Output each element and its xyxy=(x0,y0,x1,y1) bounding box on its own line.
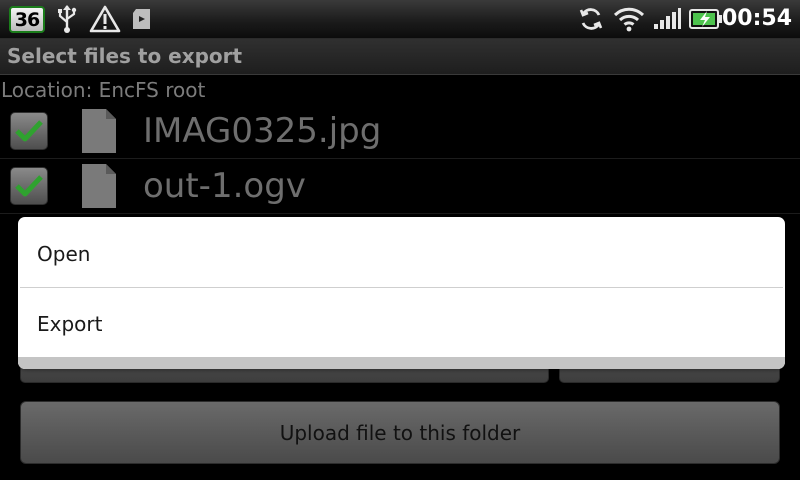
file-name: IMAG0325.jpg xyxy=(143,111,382,151)
location-label: Location: EncFS root xyxy=(1,78,206,102)
warning-icon xyxy=(88,0,122,38)
clock: 00:54 xyxy=(721,6,792,31)
title-bar: Select files to export xyxy=(0,39,800,75)
menu-item-open[interactable]: Open xyxy=(18,219,785,289)
screen: 36 00:54 Select files to export Location… xyxy=(0,0,800,480)
battery-charging-icon xyxy=(688,0,724,38)
upload-file-button[interactable]: Upload file to this folder xyxy=(20,401,780,464)
sd-card-icon xyxy=(128,0,156,38)
file-row[interactable]: out-1.ogv xyxy=(0,159,800,214)
menu-divider xyxy=(20,287,783,288)
context-menu-dialog: Open Export xyxy=(18,217,785,369)
file-checkbox[interactable] xyxy=(10,112,48,150)
wifi-icon xyxy=(612,0,646,38)
checkmark-icon xyxy=(15,175,43,197)
file-row[interactable]: IMAG0325.jpg xyxy=(0,104,800,159)
file-checkbox[interactable] xyxy=(10,167,48,205)
file-icon xyxy=(82,164,116,208)
sync-icon xyxy=(576,0,606,38)
notification-count-badge[interactable]: 36 xyxy=(9,6,45,33)
page-title: Select files to export xyxy=(7,44,243,68)
file-icon xyxy=(82,109,116,153)
file-name: out-1.ogv xyxy=(143,166,306,206)
checkmark-icon xyxy=(15,120,43,142)
status-bar: 36 00:54 xyxy=(0,0,800,39)
menu-item-export[interactable]: Export xyxy=(18,289,785,359)
usb-icon xyxy=(54,0,80,38)
dialog-footer xyxy=(18,357,785,369)
signal-icon xyxy=(652,0,682,38)
